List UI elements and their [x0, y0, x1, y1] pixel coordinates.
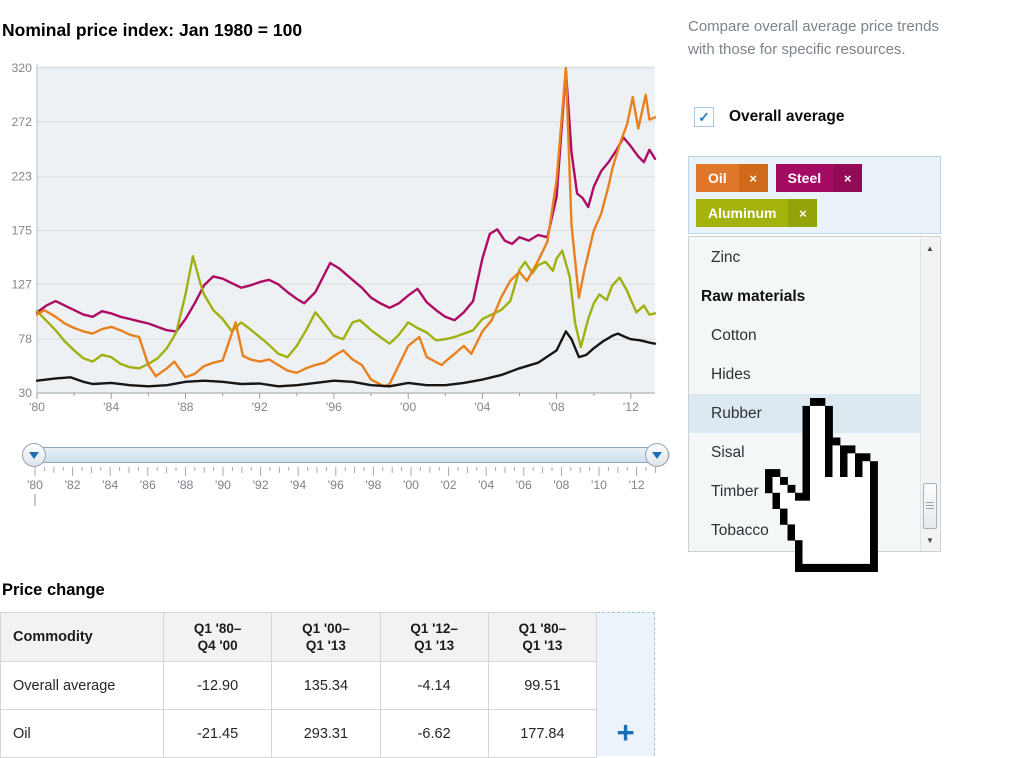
slider-tick-label: '88 [177, 478, 193, 492]
chip-steel[interactable]: Steel× [776, 164, 862, 192]
x-axis-tick-label: '80 [29, 400, 45, 414]
commodity-list: ZincRaw materialsCottonHidesRubberSisalT… [688, 236, 941, 552]
chip-oil[interactable]: Oil× [696, 164, 768, 192]
scrollbar-thumb[interactable] [923, 483, 937, 529]
price-change-title: Price change [2, 581, 105, 600]
table-row-oil: Oil-21.45293.31-6.62177.84 [1, 710, 597, 758]
scroll-up-button[interactable]: ▲ [921, 241, 939, 255]
commodity-cell: Overall average [1, 662, 164, 710]
overall-average-toggle[interactable]: ✓ Overall average [694, 107, 844, 127]
list-item-timber[interactable]: Timber [689, 472, 920, 511]
commodity-column-header: Commodity [1, 613, 164, 662]
price-index-chart: 3202722231751277830'80'84'88'92'96'00'04… [0, 50, 680, 515]
slider-tick-label: '96 [328, 478, 344, 492]
y-axis-tick-label: 320 [11, 61, 32, 75]
slider-tick-label: '92 [253, 478, 269, 492]
slider-tick-label: '12 [629, 478, 645, 492]
overall-average-label: Overall average [729, 108, 844, 126]
y-axis-tick-label: 78 [18, 332, 32, 346]
x-axis-tick-label: '96 [326, 400, 342, 414]
list-group-header: Raw materials [689, 277, 920, 316]
selected-commodities-panel: Oil×Steel×Aluminum× [688, 156, 941, 234]
commodity-list-items: ZincRaw materialsCottonHidesRubberSisalT… [689, 237, 920, 551]
slider-tick-label: '94 [290, 478, 306, 492]
y-axis-tick-label: 175 [11, 224, 32, 238]
slider-tick-label: '80 [27, 478, 43, 492]
list-item-tobacco[interactable]: Tobacco [689, 511, 920, 550]
x-axis-tick-label: '12 [623, 400, 639, 414]
price-change-cell: -4.14 [380, 662, 488, 710]
chip-remove-button[interactable]: × [833, 164, 862, 192]
y-axis-tick-label: 272 [11, 115, 32, 129]
page-title: Nominal price index: Jan 1980 = 100 [2, 20, 302, 41]
price-change-cell: 293.31 [272, 710, 380, 758]
chip-label: Oil [696, 164, 739, 192]
price-change-cell: -6.62 [380, 710, 488, 758]
price-change-table: CommodityQ1 '80–Q4 '00Q1 '00–Q1 '13Q1 '1… [0, 612, 597, 758]
table-header-row: CommodityQ1 '80–Q4 '00Q1 '00–Q1 '13Q1 '1… [1, 613, 597, 662]
list-item-hides[interactable]: Hides [689, 355, 920, 394]
slider-handle-left[interactable] [23, 444, 46, 467]
overall-average-checkbox[interactable]: ✓ [694, 107, 714, 127]
list-item-cotton[interactable]: Cotton [689, 316, 920, 355]
chip-remove-button[interactable]: × [739, 164, 768, 192]
slider-tick-label: '06 [516, 478, 532, 492]
slider-tick-label: '10 [591, 478, 607, 492]
chip-aluminum[interactable]: Aluminum× [696, 199, 817, 227]
period-column-header: Q1 '80–Q1 '13 [488, 613, 596, 662]
y-axis-tick-label: 127 [11, 277, 32, 291]
slider-handle-right[interactable] [646, 444, 669, 467]
x-axis-tick-label: '88 [177, 400, 193, 414]
add-commodity-button[interactable]: + [597, 715, 654, 751]
date-range-track[interactable] [24, 448, 669, 463]
slider-tick-label: '86 [140, 478, 156, 492]
period-column-header: Q1 '80–Q4 '00 [164, 613, 272, 662]
slider-tick-label: '98 [365, 478, 381, 492]
slider-tick-label: '82 [65, 478, 81, 492]
slider-tick-label: '84 [102, 478, 118, 492]
y-axis-tick-label: 30 [18, 386, 32, 400]
slider-tick-label: '90 [215, 478, 231, 492]
x-axis-tick-label: '00 [400, 400, 416, 414]
list-item-zinc[interactable]: Zinc [689, 238, 920, 277]
slider-tick-label: '08 [553, 478, 569, 492]
x-axis-tick-label: '04 [474, 400, 490, 414]
x-axis-tick-label: '92 [252, 400, 268, 414]
price-change-cell: -21.45 [164, 710, 272, 758]
chip-label: Aluminum [696, 199, 788, 227]
price-change-cell: -12.90 [164, 662, 272, 710]
scrollbar-grip-icon [926, 502, 934, 510]
x-axis-tick-label: '08 [549, 400, 565, 414]
x-axis-tick-label: '84 [103, 400, 119, 414]
y-axis-tick-label: 223 [11, 170, 32, 184]
list-item-rubber[interactable]: Rubber [689, 394, 920, 433]
add-commodity-panel: + [597, 612, 655, 756]
sidebar-description: Compare overall average price trends wit… [688, 15, 944, 61]
table-row-overall-average: Overall average-12.90135.34-4.1499.51 [1, 662, 597, 710]
chip-label: Steel [776, 164, 833, 192]
price-change-cell: 135.34 [272, 662, 380, 710]
commodity-cell: Oil [1, 710, 164, 758]
slider-tick-label: '00 [403, 478, 419, 492]
period-column-header: Q1 '00–Q1 '13 [272, 613, 380, 662]
slider-tick-label: '02 [441, 478, 457, 492]
price-change-cell: 177.84 [488, 710, 596, 758]
chip-remove-button[interactable]: × [788, 199, 817, 227]
check-icon: ✓ [698, 109, 710, 126]
commodity-list-scrollbar[interactable]: ▲ ▼ [920, 238, 939, 550]
price-change-cell: 99.51 [488, 662, 596, 710]
list-item-sisal[interactable]: Sisal [689, 433, 920, 472]
slider-tick-label: '04 [478, 478, 494, 492]
period-column-header: Q1 '12–Q1 '13 [380, 613, 488, 662]
scroll-down-button[interactable]: ▼ [921, 533, 939, 547]
